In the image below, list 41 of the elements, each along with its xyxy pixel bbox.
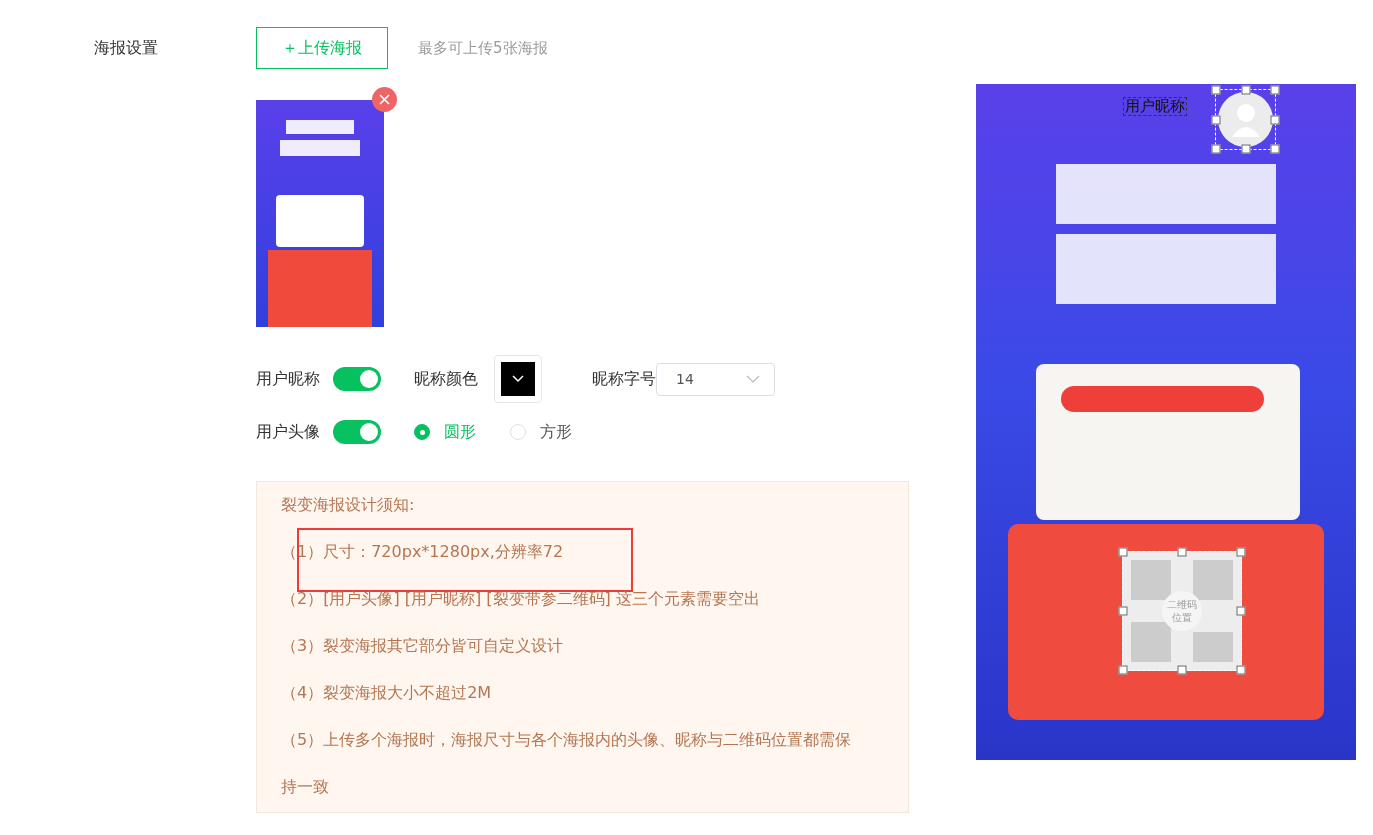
resize-handle[interactable] (1236, 665, 1246, 675)
resize-handle[interactable] (1270, 85, 1280, 95)
shape-radio[interactable]: 方形 (510, 421, 572, 443)
notice-title: 裂变海报设计须知: (281, 494, 416, 516)
avatar-toggle[interactable] (333, 420, 381, 444)
resize-handle[interactable] (1118, 547, 1128, 557)
resize-handle[interactable] (1177, 665, 1187, 675)
resize-handle[interactable] (1236, 547, 1246, 557)
avatar-label: 用户头像 (256, 421, 320, 443)
section-label: 海报设置 (94, 38, 158, 57)
notice-item: （4）裂变海报大小不超过2M (281, 683, 492, 702)
resize-handle[interactable] (1211, 144, 1221, 154)
chevron-down-icon (512, 375, 524, 383)
shape-radio[interactable]: 圆形 (414, 421, 476, 443)
close-icon (379, 94, 390, 105)
nickname-toggle[interactable] (333, 367, 381, 391)
notice-item: （1）尺寸：720px*1280px,分辨率72 (281, 542, 564, 561)
resize-handle[interactable] (1118, 606, 1128, 616)
notice-item: （2）[用户头像] [用户昵称] [裂变带参二维码] 这三个元素需要空出 (281, 589, 760, 608)
delete-button[interactable] (372, 87, 397, 112)
resize-handle[interactable] (1236, 606, 1246, 616)
nickname-color-label: 昵称颜色 (414, 368, 478, 390)
nickname-placeholder[interactable]: 用户昵称 (1123, 97, 1187, 116)
nickname-label: 用户昵称 (256, 368, 320, 390)
notice-item: （5）上传多个海报时，海报尺寸与各个海报内的头像、昵称与二维码位置都需保持一致 (281, 730, 852, 796)
color-picker[interactable] (494, 355, 542, 403)
resize-handle[interactable] (1270, 144, 1280, 154)
resize-handle[interactable] (1241, 85, 1250, 95)
resize-handle[interactable] (1118, 665, 1128, 675)
notice-item: （3）裂变海报其它部分皆可自定义设计 (281, 636, 564, 655)
nickname-size-label: 昵称字号 (592, 368, 656, 390)
upload-hint: 最多可上传5张海报 (418, 38, 548, 58)
resize-handle[interactable] (1270, 115, 1280, 124)
resize-handle[interactable] (1241, 144, 1250, 154)
resize-handle[interactable] (1211, 85, 1221, 95)
resize-handle[interactable] (1211, 115, 1221, 124)
resize-handle[interactable] (1177, 547, 1187, 557)
font-size-select[interactable]: 14 (656, 362, 775, 396)
chevron-down-icon (746, 375, 760, 383)
title-banner (286, 120, 354, 134)
upload-poster-button[interactable]: ＋上传海报 (256, 27, 388, 69)
